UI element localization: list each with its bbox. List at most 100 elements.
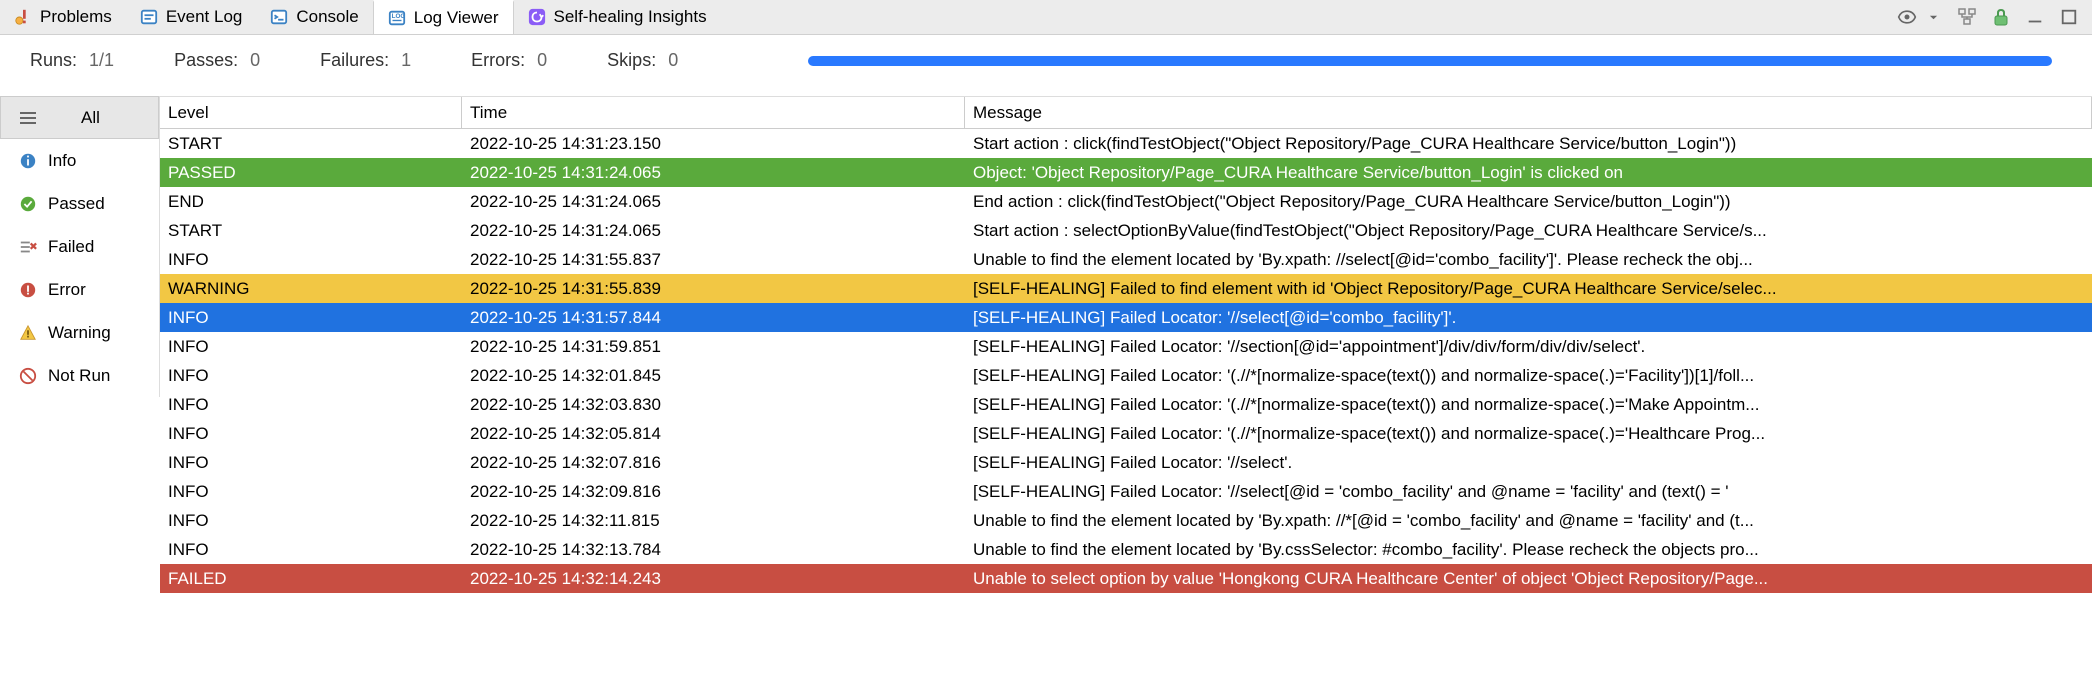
cell-level: WARNING — [160, 274, 462, 303]
cell-level: FAILED — [160, 564, 462, 593]
cell-message: Start action : selectOptionByValue(findT… — [965, 216, 2092, 245]
tab-label: Event Log — [166, 7, 243, 27]
sidebar-item-label: All — [81, 108, 100, 128]
tab-log-viewer[interactable]: LOG Log Viewer — [373, 0, 514, 34]
sidebar-item-label: Passed — [48, 194, 105, 214]
col-level[interactable]: Level — [160, 97, 462, 128]
tab-label: Log Viewer — [414, 8, 499, 28]
table-row[interactable]: PASSED2022-10-25 14:31:24.065Object: 'Ob… — [160, 158, 2092, 187]
table-row[interactable]: INFO2022-10-25 14:31:55.837Unable to fin… — [160, 245, 2092, 274]
tab-bar: Problems Event Log Console LOG Log Viewe… — [0, 0, 2092, 35]
maximize-icon[interactable] — [2058, 6, 2080, 28]
cell-time: 2022-10-25 14:31:55.837 — [462, 245, 965, 274]
check-circle-icon — [18, 194, 38, 214]
stat-label: Errors: — [471, 50, 525, 71]
table-row[interactable]: INFO2022-10-25 14:32:11.815Unable to fin… — [160, 506, 2092, 535]
cell-time: 2022-10-25 14:32:01.845 — [462, 361, 965, 390]
cell-level: INFO — [160, 390, 462, 419]
cell-message: Start action : click(findTestObject("Obj… — [965, 129, 2092, 158]
eye-icon[interactable] — [1896, 6, 1918, 28]
cell-time: 2022-10-25 14:31:24.065 — [462, 216, 965, 245]
table-row[interactable]: INFO2022-10-25 14:32:01.845[SELF-HEALING… — [160, 361, 2092, 390]
cell-message: [SELF-HEALING] Failed Locator: '//sectio… — [965, 332, 2092, 361]
cell-message: [SELF-HEALING] Failed Locator: '(.//*[no… — [965, 419, 2092, 448]
table-row[interactable]: WARNING2022-10-25 14:31:55.839[SELF-HEAL… — [160, 274, 2092, 303]
cell-level: INFO — [160, 245, 462, 274]
table-row[interactable]: INFO2022-10-25 14:32:03.830[SELF-HEALING… — [160, 390, 2092, 419]
progress-wrap — [738, 56, 2062, 66]
tab-event-log[interactable]: Event Log — [126, 0, 257, 34]
tab-problems[interactable]: Problems — [0, 0, 126, 34]
cell-time: 2022-10-25 14:31:59.851 — [462, 332, 965, 361]
lock-icon[interactable] — [1990, 6, 2012, 28]
chevron-down-small-icon[interactable] — [1922, 6, 1944, 28]
sidebar-item-passed[interactable]: Passed — [0, 182, 159, 225]
sidebar-item-not-run[interactable]: Not Run — [0, 354, 159, 397]
stat-label: Skips: — [607, 50, 656, 71]
toolbar-right — [1896, 6, 2092, 28]
col-message[interactable]: Message — [965, 97, 2092, 128]
cell-message: [SELF-HEALING] Failed to find element wi… — [965, 274, 2092, 303]
table-row[interactable]: START2022-10-25 14:31:24.065Start action… — [160, 216, 2092, 245]
table-row[interactable]: END2022-10-25 14:31:24.065End action : c… — [160, 187, 2092, 216]
cell-level: INFO — [160, 448, 462, 477]
sidebar: All Info Passed Failed Error — [0, 96, 160, 397]
cell-time: 2022-10-25 14:31:23.150 — [462, 129, 965, 158]
cell-message: [SELF-HEALING] Failed Locator: '(.//*[no… — [965, 361, 2092, 390]
tab-console[interactable]: Console — [256, 0, 372, 34]
cell-time: 2022-10-25 14:32:13.784 — [462, 535, 965, 564]
console-icon — [270, 8, 288, 26]
stat-value: 1/1 — [89, 50, 114, 71]
cell-time: 2022-10-25 14:32:14.243 — [462, 564, 965, 593]
cell-level: START — [160, 216, 462, 245]
cell-level: PASSED — [160, 158, 462, 187]
warning-icon — [18, 323, 38, 343]
progress-bar — [808, 56, 2052, 66]
cell-message: [SELF-HEALING] Failed Locator: '//select… — [965, 448, 2092, 477]
stat-label: Runs: — [30, 50, 77, 71]
stat-skips: Skips: 0 — [607, 50, 678, 71]
sidebar-item-label: Error — [48, 280, 86, 300]
stat-value: 1 — [401, 50, 411, 71]
table-row[interactable]: INFO2022-10-25 14:32:13.784Unable to fin… — [160, 535, 2092, 564]
stat-passes: Passes: 0 — [174, 50, 260, 71]
cell-level: INFO — [160, 332, 462, 361]
tree-icon[interactable] — [1956, 6, 1978, 28]
self-healing-icon — [528, 8, 546, 26]
col-time[interactable]: Time — [462, 97, 965, 128]
table-row[interactable]: INFO2022-10-25 14:31:59.851[SELF-HEALING… — [160, 332, 2092, 361]
table-row[interactable]: INFO2022-10-25 14:32:05.814[SELF-HEALING… — [160, 419, 2092, 448]
cell-time: 2022-10-25 14:32:05.814 — [462, 419, 965, 448]
cell-time: 2022-10-25 14:32:11.815 — [462, 506, 965, 535]
main-row: All Info Passed Failed Error — [0, 96, 2092, 593]
sidebar-item-warning[interactable]: Warning — [0, 311, 159, 354]
cell-time: 2022-10-25 14:31:57.844 — [462, 303, 965, 332]
cell-level: END — [160, 187, 462, 216]
cell-message: Unable to select option by value 'Hongko… — [965, 564, 2092, 593]
cell-time: 2022-10-25 14:32:09.816 — [462, 477, 965, 506]
filter-lines-icon — [18, 108, 38, 128]
log-rows: START2022-10-25 14:31:23.150Start action… — [160, 129, 2092, 593]
tab-label: Self-healing Insights — [554, 7, 707, 27]
table-row[interactable]: FAILED2022-10-25 14:32:14.243Unable to s… — [160, 564, 2092, 593]
table-row[interactable]: INFO2022-10-25 14:32:07.816[SELF-HEALING… — [160, 448, 2092, 477]
sidebar-item-info[interactable]: Info — [0, 139, 159, 182]
sidebar-item-failed[interactable]: Failed — [0, 225, 159, 268]
info-icon — [18, 151, 38, 171]
cell-level: INFO — [160, 535, 462, 564]
minimize-icon[interactable] — [2024, 6, 2046, 28]
cell-level: INFO — [160, 506, 462, 535]
table-row[interactable]: INFO2022-10-25 14:31:57.844[SELF-HEALING… — [160, 303, 2092, 332]
cell-message: Unable to find the element located by 'B… — [965, 506, 2092, 535]
table-row[interactable]: START2022-10-25 14:31:23.150Start action… — [160, 129, 2092, 158]
tab-self-healing[interactable]: Self-healing Insights — [514, 0, 721, 34]
sidebar-item-all[interactable]: All — [0, 96, 159, 139]
stat-failures: Failures: 1 — [320, 50, 411, 71]
cell-level: INFO — [160, 419, 462, 448]
sidebar-item-error[interactable]: Error — [0, 268, 159, 311]
tab-label: Problems — [40, 7, 112, 27]
stat-value: 0 — [250, 50, 260, 71]
table-row[interactable]: INFO2022-10-25 14:32:09.816[SELF-HEALING… — [160, 477, 2092, 506]
cell-level: INFO — [160, 303, 462, 332]
cell-message: [SELF-HEALING] Failed Locator: '(.//*[no… — [965, 390, 2092, 419]
